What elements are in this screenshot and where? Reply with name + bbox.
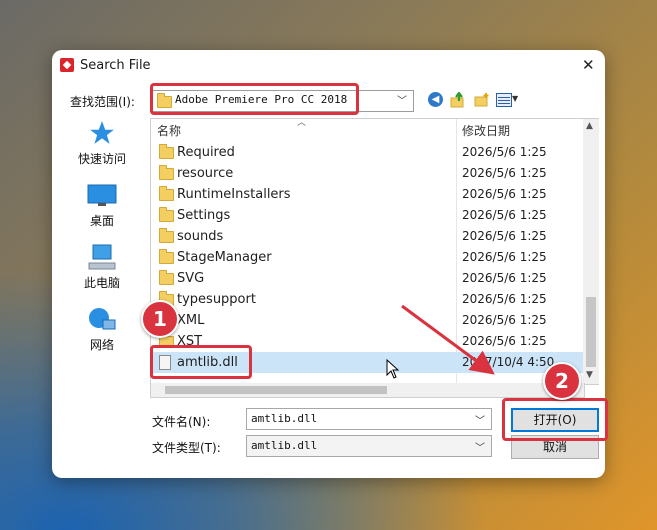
step-badge-2: 2 xyxy=(543,362,581,400)
step-badge-1: 1 xyxy=(141,300,179,338)
mouse-cursor-icon xyxy=(386,359,400,379)
annotation-arrow xyxy=(401,304,495,375)
